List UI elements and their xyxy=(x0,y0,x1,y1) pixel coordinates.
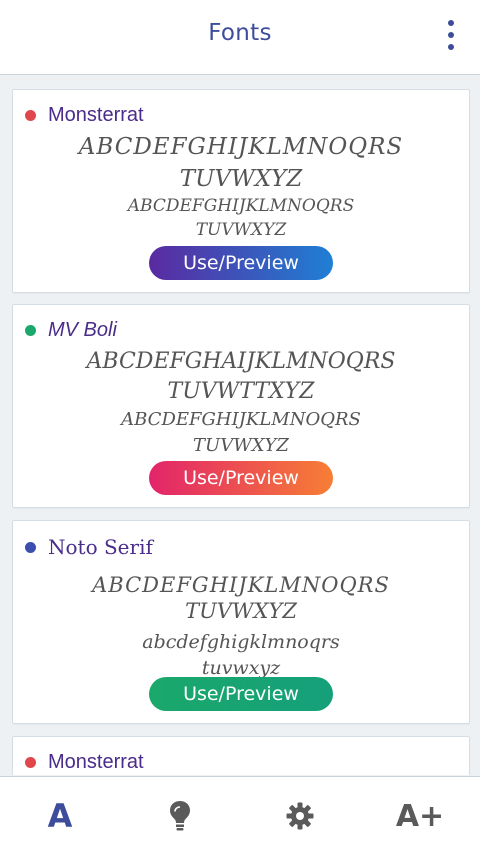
text-size-icon: A+ xyxy=(395,798,445,834)
gear-icon xyxy=(286,802,314,830)
app-bar: Fonts xyxy=(0,0,480,75)
font-name: Noto Serif xyxy=(48,535,153,559)
sample-uppercase-line-2: TUVWTTXYZ xyxy=(167,379,315,404)
more-vert-icon[interactable] xyxy=(444,20,458,50)
sample-lowercase-line-1: abcdefghigklmnoqrs xyxy=(142,631,340,653)
sample-small-line-1: ABCDEFGHIJKLMNOQRS xyxy=(127,196,355,216)
sample-uppercase-line-1: ABCDEFGHIJKLMNOQRS xyxy=(92,573,390,597)
nav-text-size[interactable]: A+ xyxy=(360,777,480,855)
font-card-monsterrat: Monsterrat ABCDEFGHIJKLMNOQRS TUVWXYZ AB… xyxy=(12,89,470,293)
sample-uppercase-line-2: TUVWXYZ xyxy=(185,599,297,623)
lightbulb-icon xyxy=(170,801,190,831)
sample-small-line-1: ABCDEFGHIJKLMNOQRS xyxy=(121,409,361,430)
status-dot xyxy=(25,110,36,121)
use-preview-button[interactable]: Use/Preview xyxy=(149,677,333,711)
fonts-icon: A xyxy=(47,797,73,835)
font-list[interactable]: Monsterrat ABCDEFGHIJKLMNOQRS TUVWXYZ AB… xyxy=(0,75,480,775)
sample-small-line-2: TUVWXYZ xyxy=(195,220,287,240)
sample-lowercase-line-2: tuvwxyz xyxy=(201,657,281,679)
sample-uppercase-line-1: ABCDEFGHIJKLMNOQRS xyxy=(78,134,404,160)
use-preview-button[interactable]: Use/Preview xyxy=(149,461,333,495)
font-name: Monsterrat xyxy=(48,104,144,126)
status-dot xyxy=(25,541,36,553)
nav-ideas[interactable] xyxy=(120,777,240,855)
page-title: Fonts xyxy=(208,20,272,46)
sample-small-line-2: TUVWXYZ xyxy=(193,435,289,456)
status-dot xyxy=(25,325,36,336)
font-card-monsterrat-2: Monsterrat xyxy=(12,736,470,775)
font-card-mv-boli: MV Boli ABCDEFGHAIJKLMNOQRS TUVWTTXYZ AB… xyxy=(12,304,470,508)
nav-fonts[interactable]: A xyxy=(0,777,120,855)
use-preview-button[interactable]: Use/Preview xyxy=(149,246,333,280)
status-dot xyxy=(25,757,36,768)
bottom-nav: A A+ xyxy=(0,776,480,855)
sample-uppercase-line-1: ABCDEFGHAIJKLMNOQRS xyxy=(86,349,396,374)
sample-uppercase-line-2: TUVWXYZ xyxy=(179,166,303,192)
font-name: Monsterrat xyxy=(48,751,144,773)
nav-settings[interactable] xyxy=(240,777,360,855)
font-name: MV Boli xyxy=(48,319,117,341)
font-card-noto-serif: Noto Serif ABCDEFGHIJKLMNOQRS TUVWXYZ ab… xyxy=(12,520,470,724)
